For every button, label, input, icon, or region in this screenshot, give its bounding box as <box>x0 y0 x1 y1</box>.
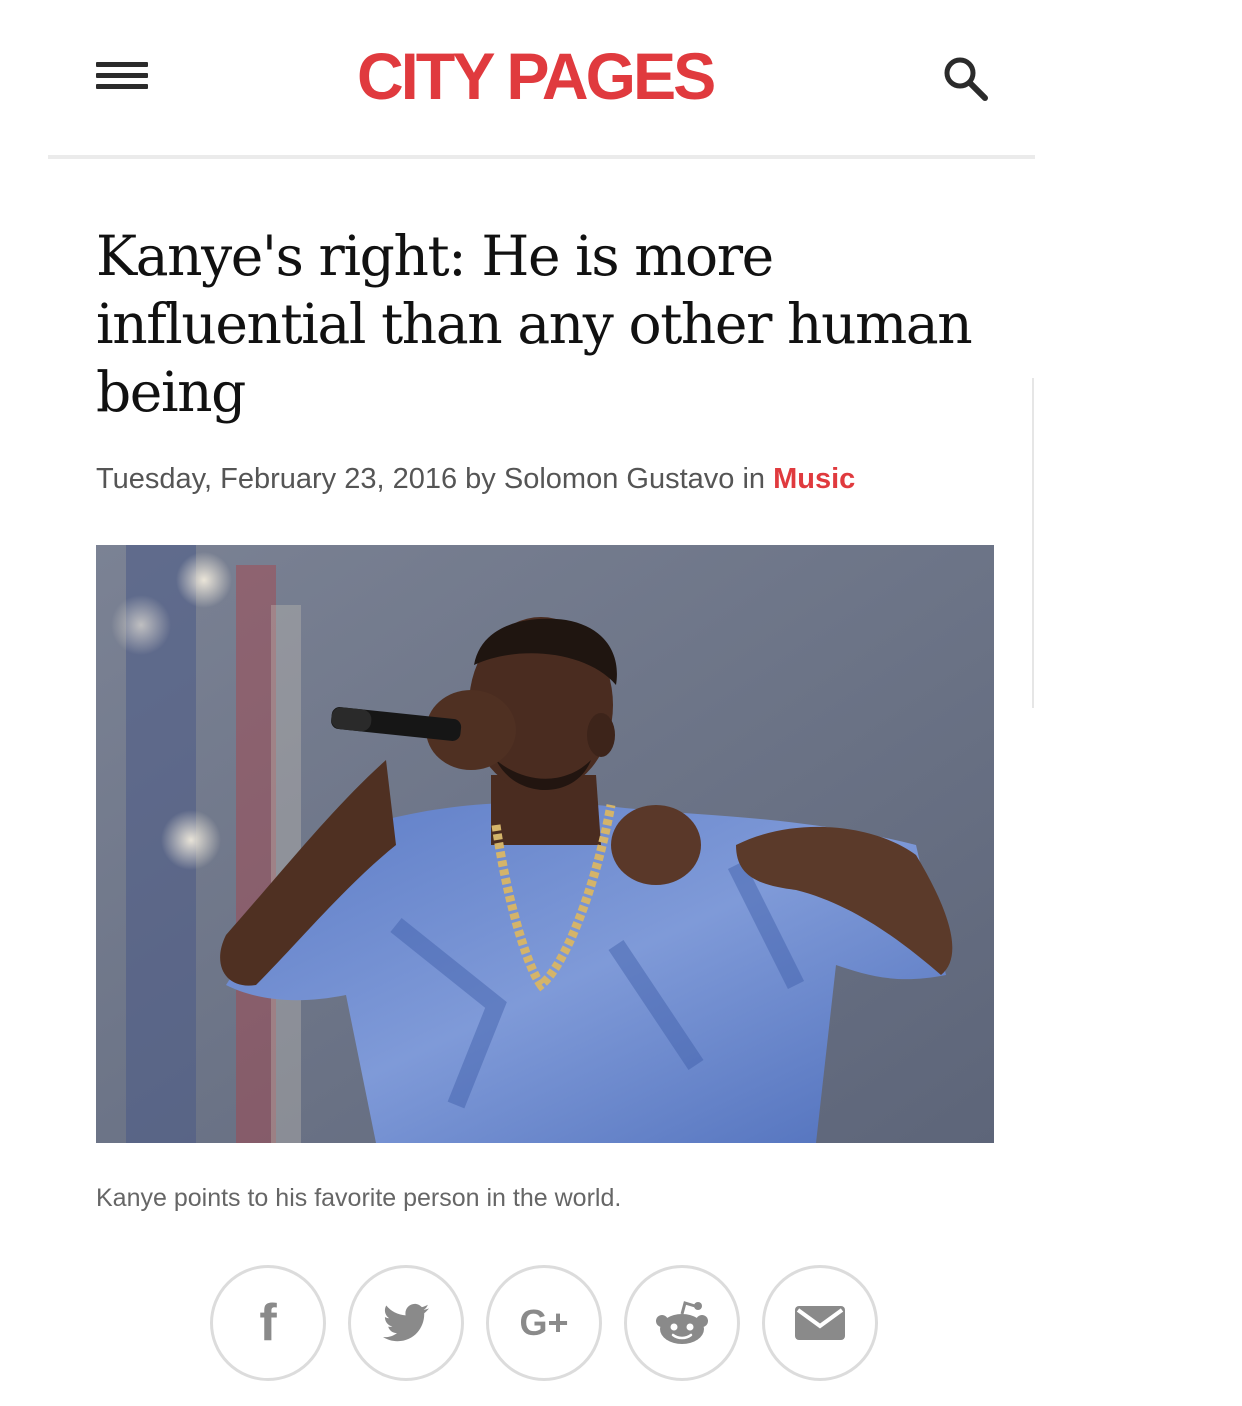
facebook-share-button[interactable]: f <box>210 1265 326 1381</box>
article-byline: Tuesday, February 23, 2016 by Solomon Gu… <box>96 460 996 498</box>
article-headline: Kanye's right: He is more influential th… <box>96 224 973 424</box>
email-icon <box>795 1306 845 1340</box>
google-plus-share-button[interactable]: G+ <box>486 1265 602 1381</box>
reddit-icon <box>656 1301 708 1344</box>
search-icon[interactable] <box>940 54 992 102</box>
hamburger-menu-icon[interactable] <box>96 60 148 92</box>
site-logo[interactable]: CITY PAGES <box>357 38 729 114</box>
site-header: CITY PAGES <box>0 0 1242 160</box>
reddit-share-button[interactable] <box>624 1265 740 1381</box>
email-share-button[interactable] <box>762 1265 878 1381</box>
header-divider <box>48 155 1035 159</box>
article-category-link[interactable]: Music <box>773 463 855 495</box>
share-bar: f G+ <box>210 1265 890 1381</box>
facebook-icon: f <box>259 1294 277 1352</box>
photo-caption: Kanye points to his favorite person in t… <box>96 1184 622 1212</box>
side-rule <box>1032 378 1034 708</box>
twitter-share-button[interactable] <box>348 1265 464 1381</box>
byline-in: in <box>742 463 766 495</box>
article-photo <box>96 545 994 1143</box>
twitter-icon <box>383 1303 429 1342</box>
google-plus-icon: G+ <box>519 1302 569 1343</box>
article-author[interactable]: Solomon Gustavo <box>504 463 735 495</box>
byline-by: by <box>465 463 496 495</box>
article-date: Tuesday, February 23, 2016 <box>96 463 458 495</box>
